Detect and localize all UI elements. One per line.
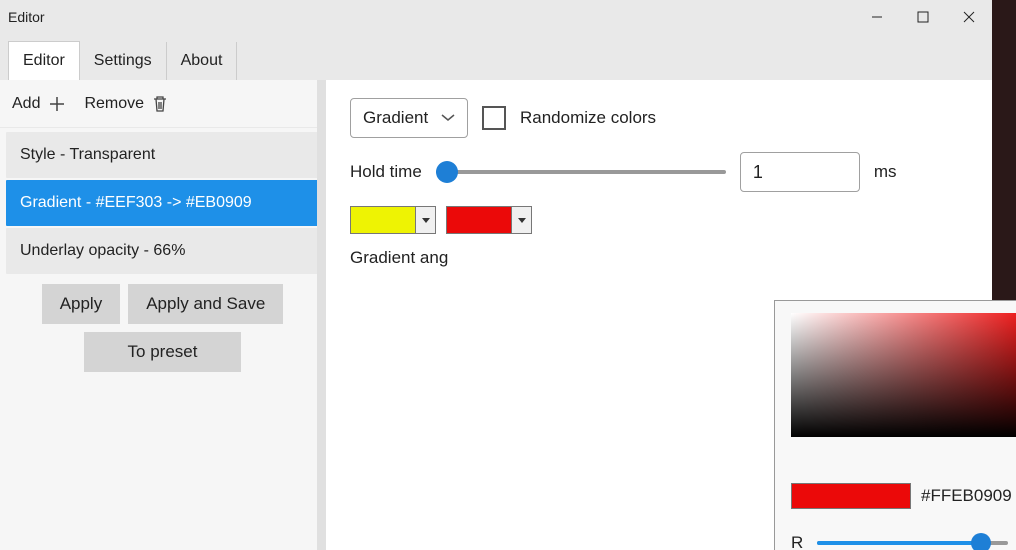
effect-list: Style - Transparent Gradient - #EEF303 -…	[0, 128, 325, 274]
editor-content: Gradient Randomize colors Hold time 1 ms	[326, 80, 992, 550]
tab-about[interactable]: About	[167, 42, 238, 80]
window-buttons	[854, 0, 992, 34]
list-item[interactable]: Underlay opacity - 66%	[6, 228, 319, 274]
trash-icon	[152, 95, 168, 113]
slider-thumb[interactable]	[971, 533, 991, 550]
sidebar-toolbar: Add Remove	[0, 80, 325, 128]
remove-label: Remove	[84, 95, 144, 113]
gradient-swatch-2[interactable]	[446, 206, 512, 234]
tab-editor[interactable]: Editor	[8, 41, 80, 80]
sidebar: Add Remove Style - Transparent Gradient …	[0, 80, 326, 550]
hold-time-input[interactable]: 1	[740, 152, 860, 192]
app-window: Editor Editor Settings About Add	[0, 0, 992, 550]
tab-bar: Editor Settings About	[0, 34, 992, 80]
titlebar: Editor	[0, 0, 992, 34]
slider-thumb[interactable]	[436, 161, 458, 183]
add-button[interactable]: Add	[12, 95, 66, 113]
to-preset-button[interactable]: To preset	[84, 332, 242, 372]
sidebar-scrollbar[interactable]	[317, 80, 325, 550]
close-button[interactable]	[946, 0, 992, 34]
r-slider[interactable]	[817, 541, 1008, 545]
list-item[interactable]: Gradient - #EEF303 -> #EB0909	[6, 180, 319, 226]
mode-dropdown[interactable]: Gradient	[350, 98, 468, 138]
color-hex-value: #FFEB0909	[921, 486, 1012, 506]
gradient-swatches	[350, 206, 532, 234]
r-label: R	[791, 533, 807, 550]
gradient-swatch-1-dropdown[interactable]	[416, 206, 436, 234]
maximize-button[interactable]	[900, 0, 946, 34]
hold-time-label: Hold time	[350, 162, 422, 182]
randomize-checkbox[interactable]	[482, 106, 506, 130]
color-preview	[791, 483, 911, 509]
window-title: Editor	[8, 9, 45, 25]
list-item[interactable]: Style - Transparent	[6, 132, 319, 178]
chevron-down-icon	[441, 114, 455, 122]
apply-button-row: Apply Apply and Save	[0, 284, 325, 324]
gradient-angle-label: Gradient ang	[350, 248, 448, 268]
r-channel-row: R 235	[791, 529, 1016, 550]
hold-time-unit: ms	[874, 162, 897, 182]
gradient-swatch-1[interactable]	[350, 206, 416, 234]
apply-save-button[interactable]: Apply and Save	[128, 284, 283, 324]
main-area: Add Remove Style - Transparent Gradient …	[0, 80, 992, 550]
saturation-value-area[interactable]	[791, 313, 1016, 437]
mode-value: Gradient	[363, 108, 428, 128]
hold-time-slider[interactable]	[436, 170, 726, 174]
color-picker-popup: #FFEB0909 R 235	[774, 300, 1016, 550]
randomize-label: Randomize colors	[520, 108, 656, 128]
remove-button[interactable]: Remove	[84, 95, 168, 113]
tab-settings[interactable]: Settings	[80, 42, 167, 80]
apply-button[interactable]: Apply	[42, 284, 121, 324]
plus-icon	[48, 95, 66, 113]
add-label: Add	[12, 95, 40, 113]
minimize-button[interactable]	[854, 0, 900, 34]
gradient-swatch-2-dropdown[interactable]	[512, 206, 532, 234]
